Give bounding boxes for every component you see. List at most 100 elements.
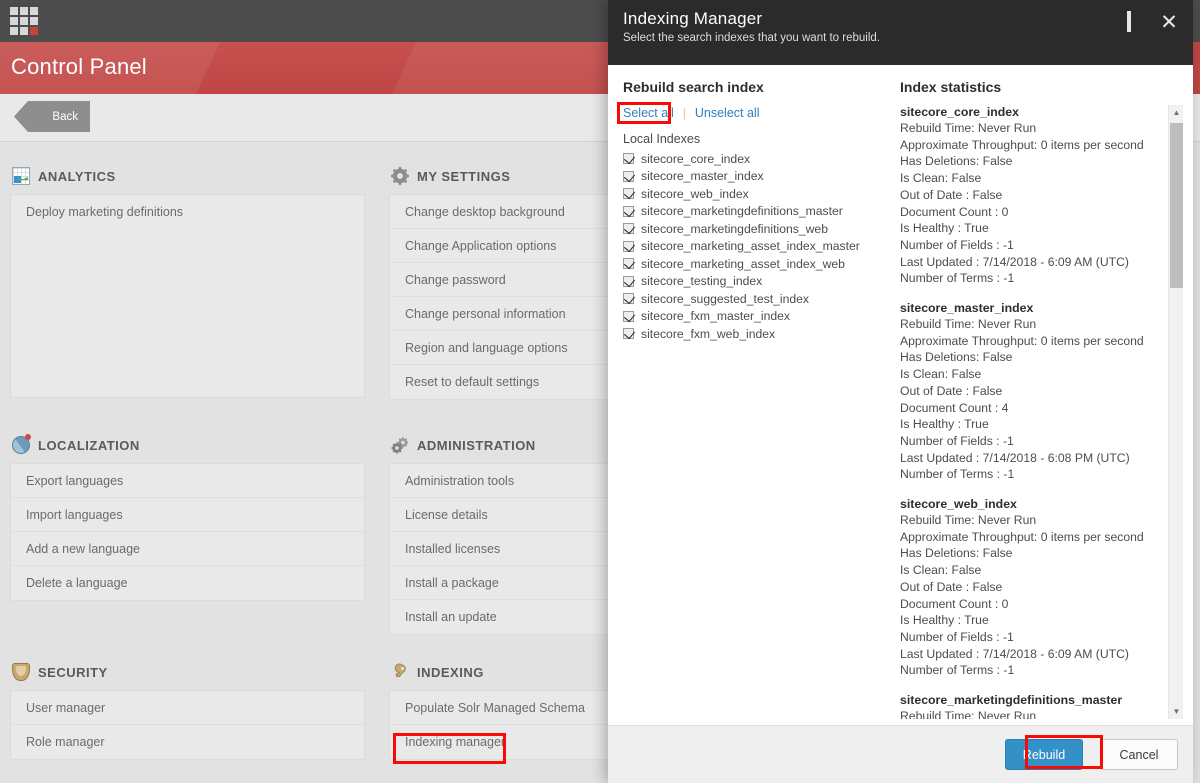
dialog-footer: Rebuild Cancel	[608, 725, 1193, 783]
stat-line: Is Healthy : True	[900, 221, 989, 236]
page-title: Control Panel	[11, 54, 147, 79]
section-panel-analytics: Deploy marketing definitions	[10, 194, 365, 398]
list-item[interactable]: sitecore_marketing_asset_index_web	[623, 255, 893, 273]
local-indexes-label: Local Indexes	[623, 132, 701, 146]
cancel-button[interactable]: Cancel	[1100, 739, 1178, 770]
link-separator: |	[682, 106, 686, 120]
index-name: sitecore_fxm_master_index	[641, 309, 791, 324]
stat-index-name: sitecore_web_index	[900, 497, 1017, 512]
stat-line: Rebuild Time: Never Run	[900, 709, 1037, 719]
index-name: sitecore_marketingdefinitions_master	[641, 204, 843, 219]
list-item[interactable]: sitecore_testing_index	[623, 273, 893, 291]
sitecore-grid-logo[interactable]	[10, 7, 38, 35]
index-statistics-panel: Index statistics sitecore_core_index Reb…	[900, 79, 1183, 719]
checkbox-icon[interactable]	[623, 328, 634, 340]
checkbox-icon[interactable]	[623, 258, 634, 270]
statistics-scrollbar[interactable]: ▲ ▼	[1168, 105, 1183, 719]
stat-line: Document Count : 0	[900, 204, 1009, 219]
checkbox-icon[interactable]	[623, 153, 634, 165]
cp-item-delete-a-language[interactable]: Delete a language	[11, 566, 364, 600]
checkbox-icon[interactable]	[623, 188, 634, 200]
stat-line: Out of Date : False	[900, 579, 1003, 594]
cp-item-add-a-new-language[interactable]: Add a new language	[11, 532, 364, 566]
stat-index-name: sitecore_core_index	[900, 105, 1019, 119]
stat-line: Number of Terms : -1	[900, 663, 1015, 678]
section-panel-security: User manager Role manager	[10, 690, 365, 760]
back-button[interactable]: Back	[14, 101, 90, 132]
stat-line: Document Count : 4	[900, 400, 1009, 415]
maximize-icon[interactable]	[1124, 11, 1144, 33]
rebuild-button[interactable]: Rebuild	[1005, 739, 1083, 770]
cp-item-deploy-marketing-definitions[interactable]: Deploy marketing definitions	[11, 195, 364, 229]
stat-line: Last Updated : 7/14/2018 - 6:09 AM (UTC)	[900, 646, 1129, 661]
scroll-down-arrow-icon[interactable]: ▼	[1169, 704, 1184, 719]
index-name: sitecore_web_index	[641, 186, 749, 201]
cp-item-label: Populate Solr Managed Schema	[405, 700, 585, 715]
cp-item-label: Add a new language	[26, 541, 140, 556]
section-panel-localization: Export languages Import languages Add a …	[10, 463, 365, 601]
section-title: SECURITY	[38, 664, 108, 680]
section-title: MY SETTINGS	[417, 168, 511, 184]
rebuild-search-index-heading: Rebuild search index	[623, 79, 764, 95]
cp-item-label: Region and language options	[405, 340, 568, 355]
checkbox-icon[interactable]	[623, 170, 634, 182]
list-item[interactable]: sitecore_master_index	[623, 168, 893, 186]
cp-item-label: User manager	[26, 700, 106, 715]
list-item[interactable]: sitecore_marketingdefinitions_master	[623, 203, 893, 221]
stat-line: Is Healthy : True	[900, 613, 989, 628]
stat-line: Document Count : 0	[900, 596, 1009, 611]
stat-line: Out of Date : False	[900, 383, 1003, 398]
list-item[interactable]: sitecore_fxm_master_index	[623, 308, 893, 326]
cp-item-user-manager[interactable]: User manager	[11, 691, 364, 725]
cp-item-export-languages[interactable]: Export languages	[11, 464, 364, 498]
section-title: ADMINISTRATION	[417, 437, 536, 453]
globe-pin-icon	[12, 434, 31, 454]
list-item[interactable]: sitecore_suggested_test_index	[623, 290, 893, 308]
scroll-up-arrow-icon[interactable]: ▲	[1169, 105, 1184, 120]
list-item[interactable]: sitecore_marketingdefinitions_web	[623, 220, 893, 238]
rebuild-button-label: Rebuild	[1022, 747, 1066, 762]
checkbox-icon[interactable]	[623, 205, 634, 217]
stat-line: Has Deletions: False	[900, 546, 1013, 561]
index-name: sitecore_marketing_asset_index_master	[641, 239, 860, 254]
stat-line: Is Healthy : True	[900, 417, 989, 432]
list-item[interactable]: sitecore_web_index	[623, 185, 893, 203]
cp-item-label: Indexing manager	[405, 735, 506, 749]
select-all-link[interactable]: Select all	[623, 106, 674, 120]
stat-line: Has Deletions: False	[900, 350, 1013, 365]
list-item[interactable]: sitecore_core_index	[623, 150, 893, 168]
dialog-title: Indexing Manager	[623, 9, 763, 28]
back-button-label: Back	[52, 110, 78, 123]
checkbox-icon[interactable]	[623, 310, 634, 322]
list-item[interactable]: sitecore_fxm_web_index	[623, 325, 893, 343]
close-icon[interactable]: ✕	[1159, 12, 1179, 33]
cp-item-label: Change desktop background	[405, 204, 565, 219]
scrollbar-thumb[interactable]	[1170, 123, 1183, 288]
stat-line: Number of Terms : -1	[900, 271, 1015, 286]
cp-item-label: Delete a language	[26, 576, 128, 590]
gear-icon	[391, 167, 409, 185]
stat-line: Last Updated : 7/14/2018 - 6:08 PM (UTC)	[900, 450, 1130, 465]
unselect-all-link[interactable]: Unselect all	[695, 106, 760, 120]
checkbox-icon[interactable]	[623, 293, 634, 305]
stat-line: Approximate Throughput: 0 items per seco…	[900, 137, 1144, 152]
select-links-row: Select all | Unselect all	[623, 103, 893, 123]
section-header-localization: LOCALIZATION	[10, 427, 365, 463]
rebuild-search-index-panel: Rebuild search index Select all | Unsele…	[623, 79, 893, 719]
screen: Control Panel Back ANALYTICS Deploy mark…	[0, 0, 1200, 783]
index-name: sitecore_marketing_asset_index_web	[641, 256, 845, 271]
section-title: INDEXING	[417, 664, 484, 680]
cp-item-import-languages[interactable]: Import languages	[11, 498, 364, 532]
cp-item-label: Change password	[405, 272, 506, 287]
cp-item-label: Administration tools	[405, 473, 515, 488]
cp-item-role-manager[interactable]: Role manager	[11, 725, 364, 759]
list-item[interactable]: sitecore_marketing_asset_index_master	[623, 238, 893, 256]
shield-icon	[12, 663, 30, 681]
checkbox-icon[interactable]	[623, 223, 634, 235]
stat-line: Approximate Throughput: 0 items per seco…	[900, 333, 1144, 348]
indexing-manager-dialog: Indexing Manager Select the search index…	[608, 0, 1193, 783]
checkbox-icon[interactable]	[623, 240, 634, 252]
cp-item-label: Import languages	[26, 507, 123, 522]
stat-line: Is Clean: False	[900, 171, 982, 186]
checkbox-icon[interactable]	[623, 275, 634, 287]
